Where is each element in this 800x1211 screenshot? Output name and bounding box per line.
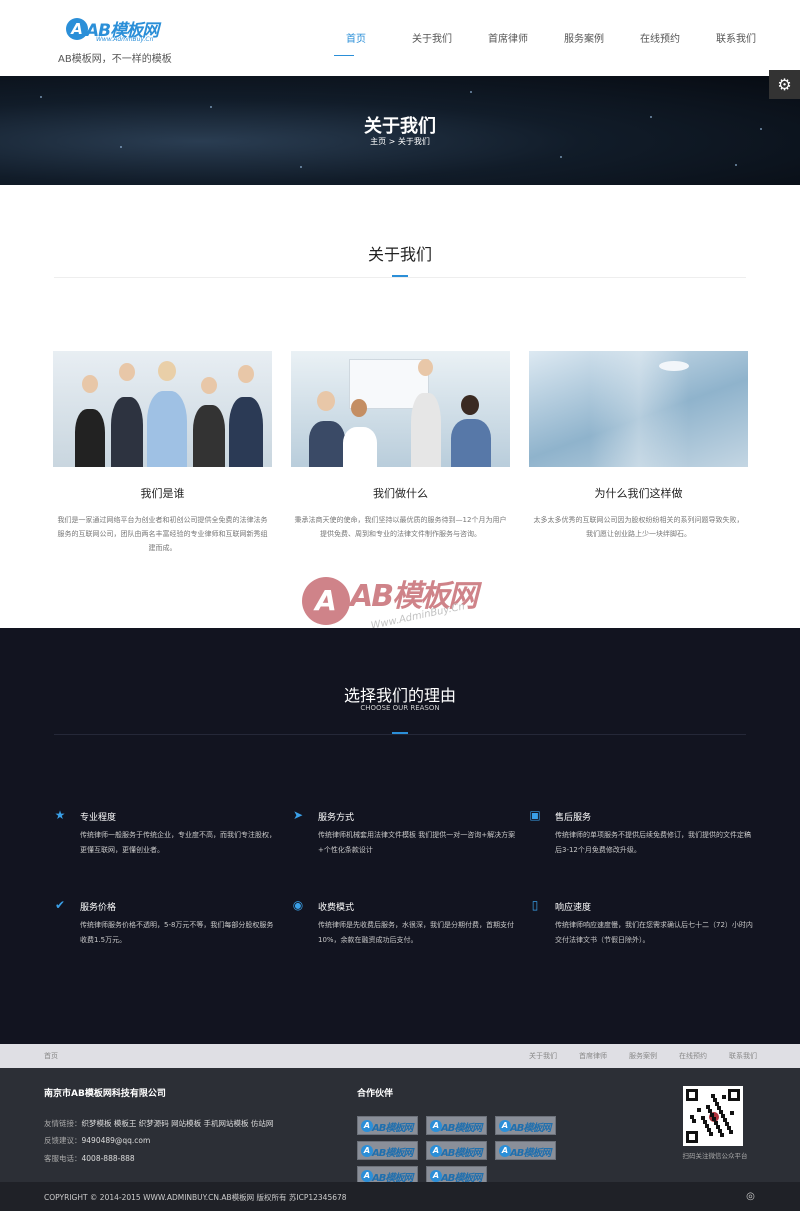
partner-logo[interactable]: A AB模板网 <box>357 1141 418 1160</box>
site-footer: 南京市AB模板网科技有限公司 友情链接：织梦模板 模板王 织梦源码 网站模板 手… <box>0 1068 800 1185</box>
nav-contact[interactable]: 联系我们 <box>698 0 774 76</box>
reasons-section: 选择我们的理由 CHOOSE OUR REASON ★ 专业程度 传统律师一般服… <box>0 628 800 1044</box>
weibo-icon[interactable]: ◎ <box>744 1190 757 1203</box>
partner-logo[interactable]: A AB模板网 <box>357 1116 418 1135</box>
star-icon: ★ <box>54 808 66 822</box>
divider <box>54 734 746 735</box>
card-desc: 我们是一家通过网络平台为创业者和初创公司提供全免费的法律法务服务的互联网公司，团… <box>57 516 268 552</box>
reason-title: 专业程度 <box>80 813 117 823</box>
main-nav: 首页 关于我们 首席律师 服务案例 在线预约 联系我们 <box>318 0 774 76</box>
partners-title: 合作伙伴 <box>357 1089 394 1099</box>
about-heading: 关于我们 <box>367 245 432 264</box>
about-card: 为什么我们这样做 太多太多优秀的互联网公司因为股权纷纷相关的系列问题导致失败，我… <box>529 351 748 555</box>
about-cards: 我们是谁 我们是一家通过网络平台为创业者和初创公司提供全免费的法律法务服务的互联… <box>53 351 748 555</box>
nav-lawyer[interactable]: 首席律师 <box>470 0 546 76</box>
footer-nav-booking[interactable]: 在线预约 <box>679 1051 707 1061</box>
team-photo <box>53 351 272 467</box>
phone-number: 4008-888-888 <box>81 1154 135 1163</box>
friend-links: 友情链接：织梦模板 模板王 织梦源码 网站模板 手机网站模板 仿站网 <box>44 1119 274 1128</box>
dashboard-icon: ◉ <box>292 898 304 912</box>
card-title: 我们做什么 <box>373 487 428 500</box>
gift-icon: ▣ <box>529 808 541 822</box>
footer-nav: 首页 关于我们 首席律师 服务案例 在线预约 联系我们 <box>0 1044 800 1068</box>
friend-links-list[interactable]: 织梦模板 模板王 织梦源码 网站模板 手机网站模板 仿站网 <box>82 1119 274 1128</box>
logo-mark: A <box>66 18 88 40</box>
company-name: 南京市AB模板网科技有限公司 <box>44 1089 166 1099</box>
divider <box>54 277 746 278</box>
reason-desc: 传统律师服务价格不透明，5-8万元不等，我们每部分股权服务收费1.5万元。 <box>80 921 274 944</box>
copyright-text: COPYRIGHT © 2014-2015 WWW.ADMINBUY.CN.AB… <box>44 1193 347 1202</box>
footer-nav-contact[interactable]: 联系我们 <box>729 1051 757 1061</box>
reason-desc: 传统律师响应速度慢，我们在您需求确认后七十二（72）小时内交付法律文书（节假日除… <box>555 921 753 944</box>
check-circle-icon: ✔ <box>54 898 66 912</box>
reason-desc: 传统律师的单项服务不提供后续免费修订，我们提供的文件定稿后3-12个月免费修改升… <box>555 831 751 854</box>
qr-caption: 扫码关注微信公众平台 <box>682 1152 748 1160</box>
rocket-icon: ➤ <box>292 808 304 822</box>
reason-desc: 传统律师一般服务于传统企业，专业度不高，而我们专注股权，更懂互联网，更懂创业者。 <box>80 831 276 854</box>
page-title: 关于我们 <box>364 116 436 137</box>
reason-title: 收费模式 <box>318 903 355 913</box>
footer-nav-links: 关于我们 首席律师 服务案例 在线预约 联系我们 <box>507 1051 757 1061</box>
reason-title: 售后服务 <box>555 813 592 823</box>
site-logo[interactable]: A AB模板网 Www.AdminBuy.Cn <box>66 16 166 44</box>
qr-code <box>683 1086 743 1146</box>
reason-desc: 传统律师是先收费后服务，水很深，我们是分期付费，首期支付10%，余款在融资成功后… <box>318 921 514 944</box>
nav-about[interactable]: 关于我们 <box>394 0 470 76</box>
card-title: 为什么我们这样做 <box>594 487 683 500</box>
meeting-photo <box>291 351 510 467</box>
mobile-icon: ▯ <box>531 898 539 912</box>
footer-nav-lawyer[interactable]: 首席律师 <box>579 1051 607 1061</box>
page-banner: 关于我们 主页 > 关于我们 <box>0 76 800 185</box>
reason-desc: 传统律师机械套用法律文件模板 我们提供一对一咨询+解决方案+个性化条款设计 <box>318 831 516 854</box>
reason-title: 服务方式 <box>318 813 355 823</box>
card-title: 我们是谁 <box>140 487 185 500</box>
partner-logo[interactable]: A AB模板网 <box>426 1116 487 1135</box>
footer-nav-about[interactable]: 关于我们 <box>529 1051 557 1061</box>
logo-subtext: Www.AdminBuy.Cn <box>96 36 154 43</box>
site-slogan: AB模板网，不一样的模板 <box>58 54 172 65</box>
phone-row: 客服电话：4008-888-888 <box>44 1154 135 1163</box>
about-card: 我们是谁 我们是一家通过网络平台为创业者和初创公司提供全免费的法律法务服务的互联… <box>53 351 272 555</box>
about-card: 我们做什么 秉承法商天使的使命，我们坚持以最优质的服务待到—12个月为用户提供免… <box>291 351 510 555</box>
partner-logo[interactable]: A AB模板网 <box>495 1141 556 1160</box>
partner-logo[interactable]: A AB模板网 <box>426 1141 487 1160</box>
breadcrumb: 主页 > 关于我们 <box>370 137 430 146</box>
partner-logos: A AB模板网 A AB模板网 A AB模板网 A AB模板网 A AB模板网 A AB模板网 A AB模… <box>357 1116 627 1191</box>
footer-nav-home[interactable]: 首页 <box>44 1051 58 1061</box>
nav-cases[interactable]: 服务案例 <box>546 0 622 76</box>
copyright-bar: COPYRIGHT © 2014-2015 WWW.ADMINBUY.CN.AB… <box>0 1182 800 1211</box>
nav-home[interactable]: 首页 <box>318 0 394 76</box>
card-desc: 太多太多优秀的互联网公司因为股权纷纷相关的系列问题导致失败，我们愿让创业路上少一… <box>533 516 744 538</box>
reasons-heading: 选择我们的理由 <box>343 686 456 705</box>
reason-title: 响应速度 <box>555 903 592 913</box>
nav-booking[interactable]: 在线预约 <box>622 0 698 76</box>
reasons-subheading: CHOOSE OUR REASON <box>360 704 440 712</box>
gear-icon[interactable]: ⚙ <box>769 70 800 99</box>
feedback-row: 反馈建议：9490489@qq.com <box>44 1136 151 1145</box>
divider-accent <box>392 275 408 277</box>
card-desc: 秉承法商天使的使命，我们坚持以最优质的服务待到—12个月为用户提供免费、周到和专… <box>294 516 507 538</box>
site-header: A AB模板网 Www.AdminBuy.Cn AB模板网，不一样的模板 首页 … <box>0 0 800 76</box>
about-section: 关于我们 我们是谁 我们是一家通过网络平台为创业者和初创公司提供全免费的法律法务… <box>0 185 800 628</box>
feedback-email[interactable]: 9490489@qq.com <box>82 1136 151 1145</box>
partner-logo[interactable]: A AB模板网 <box>495 1116 556 1135</box>
divider-accent <box>392 732 408 734</box>
reason-title: 服务价格 <box>80 903 117 913</box>
footer-nav-cases[interactable]: 服务案例 <box>629 1051 657 1061</box>
office-photo <box>529 351 748 467</box>
